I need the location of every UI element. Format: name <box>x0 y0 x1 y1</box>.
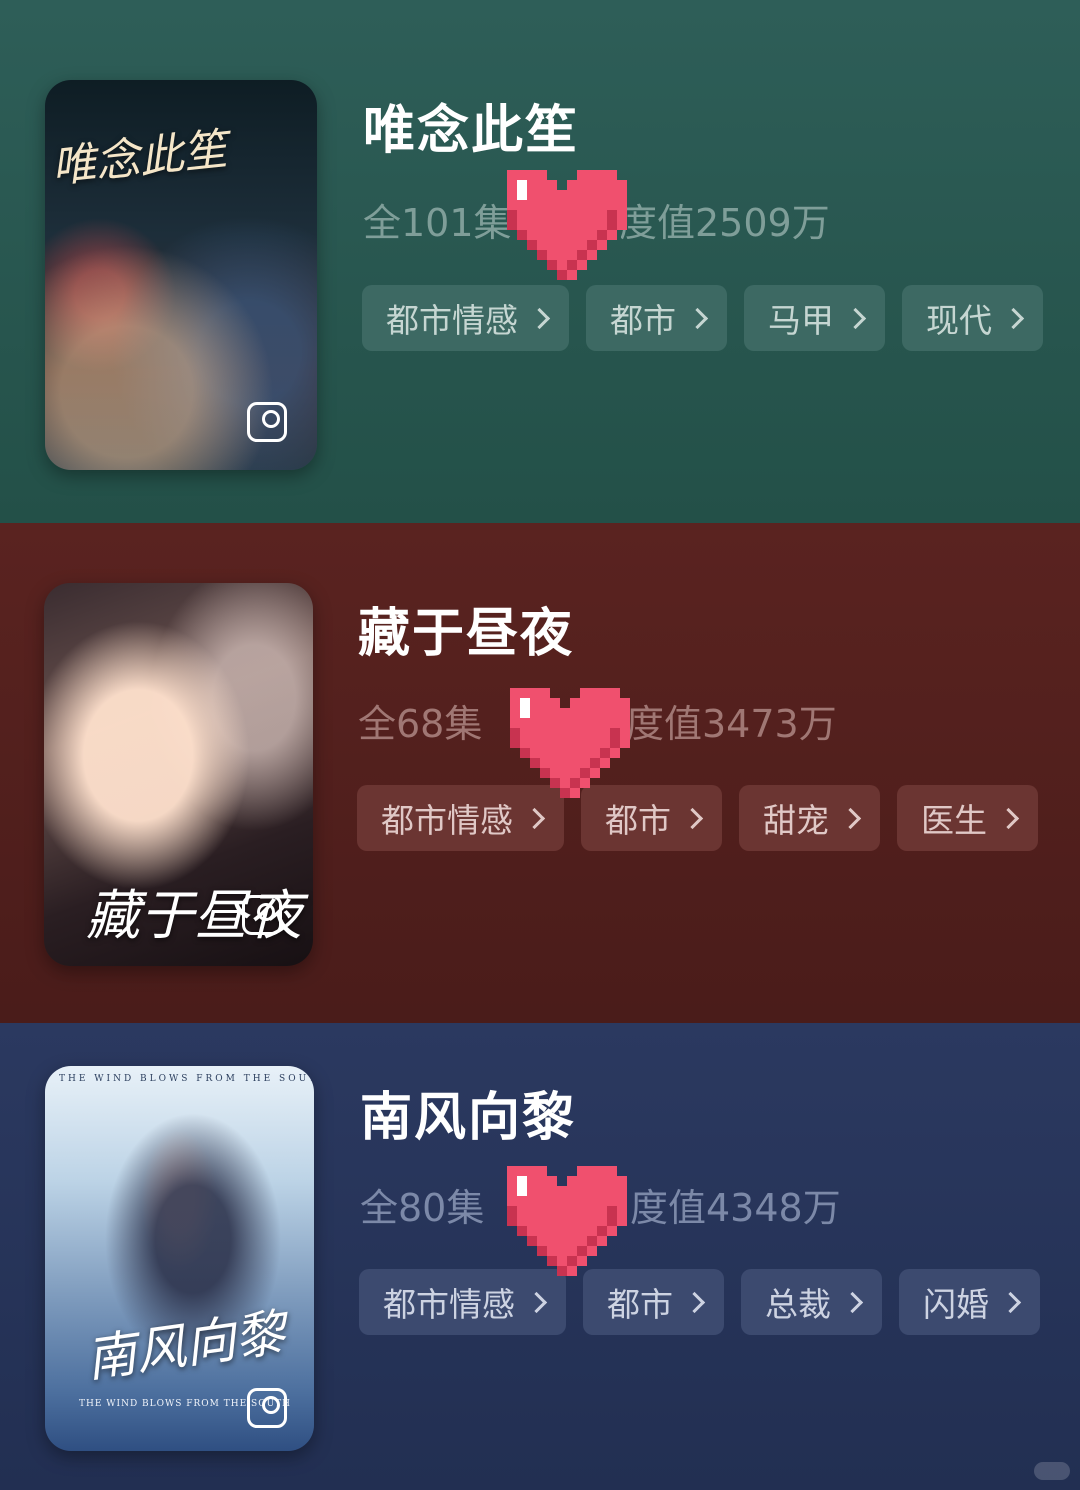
watermark <box>1034 1462 1070 1480</box>
chevron-right-icon <box>683 1291 706 1313</box>
poster[interactable]: 藏于昼夜 <box>44 583 313 966</box>
poster-title: 南风向黎 <box>82 1303 289 1389</box>
poster[interactable]: 唯念此笙 <box>45 80 317 470</box>
chevron-right-icon <box>686 307 709 329</box>
tag-button[interactable]: 医生 <box>897 785 1038 851</box>
chevron-right-icon <box>844 307 867 329</box>
chevron-right-icon <box>525 1291 548 1313</box>
chevron-right-icon <box>839 807 862 829</box>
chevron-right-icon <box>841 1291 864 1313</box>
drama-card-3[interactable]: THE WIND BLOWS FROM THE SOUTH 南风向黎 THE W… <box>0 1023 1080 1490</box>
chevron-right-icon <box>999 1291 1022 1313</box>
episode-count: 全101集 <box>363 201 512 245</box>
tag-button[interactable]: 闪婚 <box>899 1269 1040 1335</box>
tag-button[interactable]: 甜宠 <box>739 785 880 851</box>
drama-title[interactable]: 南风向黎 <box>360 1075 576 1150</box>
pixel-heart-icon <box>507 170 627 280</box>
drama-title[interactable]: 唯念此笙 <box>363 88 579 163</box>
drama-title[interactable]: 藏于昼夜 <box>358 591 574 666</box>
tag-list: 都市情感 都市 甜宠 医生 <box>357 785 1038 851</box>
chevron-right-icon <box>528 307 551 329</box>
pixel-heart-icon <box>510 688 630 798</box>
heat-value: 热度值4348万 <box>592 1186 841 1230</box>
chevron-right-icon <box>1002 307 1025 329</box>
pixel-heart-icon <box>507 1166 627 1276</box>
collect-icon[interactable] <box>242 895 282 935</box>
tag-button[interactable]: 都市 <box>586 285 727 351</box>
poster-tagline: THE WIND BLOWS FROM THE SOUTH <box>59 1074 314 1084</box>
tag-button[interactable]: 马甲 <box>744 285 885 351</box>
collect-icon[interactable] <box>247 402 287 442</box>
collect-icon[interactable] <box>247 1388 287 1428</box>
drama-card-2[interactable]: 藏于昼夜 藏于昼夜 全68集 热度值3473万 都市情感 都市 甜宠 医生 <box>0 523 1080 1023</box>
chevron-right-icon <box>523 807 546 829</box>
tag-button[interactable]: 总裁 <box>741 1269 882 1335</box>
episode-count: 全80集 <box>360 1186 485 1230</box>
episode-count: 全68集 <box>358 702 483 746</box>
chevron-right-icon <box>997 807 1020 829</box>
tag-button[interactable]: 都市 <box>583 1269 724 1335</box>
tag-list: 都市情感 都市 总裁 闪婚 <box>359 1269 1040 1335</box>
tag-button[interactable]: 现代 <box>902 285 1043 351</box>
chevron-right-icon <box>681 807 704 829</box>
tag-button[interactable]: 都市情感 <box>362 285 569 351</box>
poster-title: 唯念此笙 <box>49 123 230 194</box>
tag-button[interactable]: 都市情感 <box>359 1269 566 1335</box>
poster[interactable]: THE WIND BLOWS FROM THE SOUTH 南风向黎 THE W… <box>45 1066 314 1451</box>
tag-list: 都市情感 都市 马甲 现代 <box>362 285 1043 351</box>
drama-card-1[interactable]: 唯念此笙 唯念此笙 全101集 热度值2509万 都市情感 都市 马甲 现代 <box>0 0 1080 523</box>
